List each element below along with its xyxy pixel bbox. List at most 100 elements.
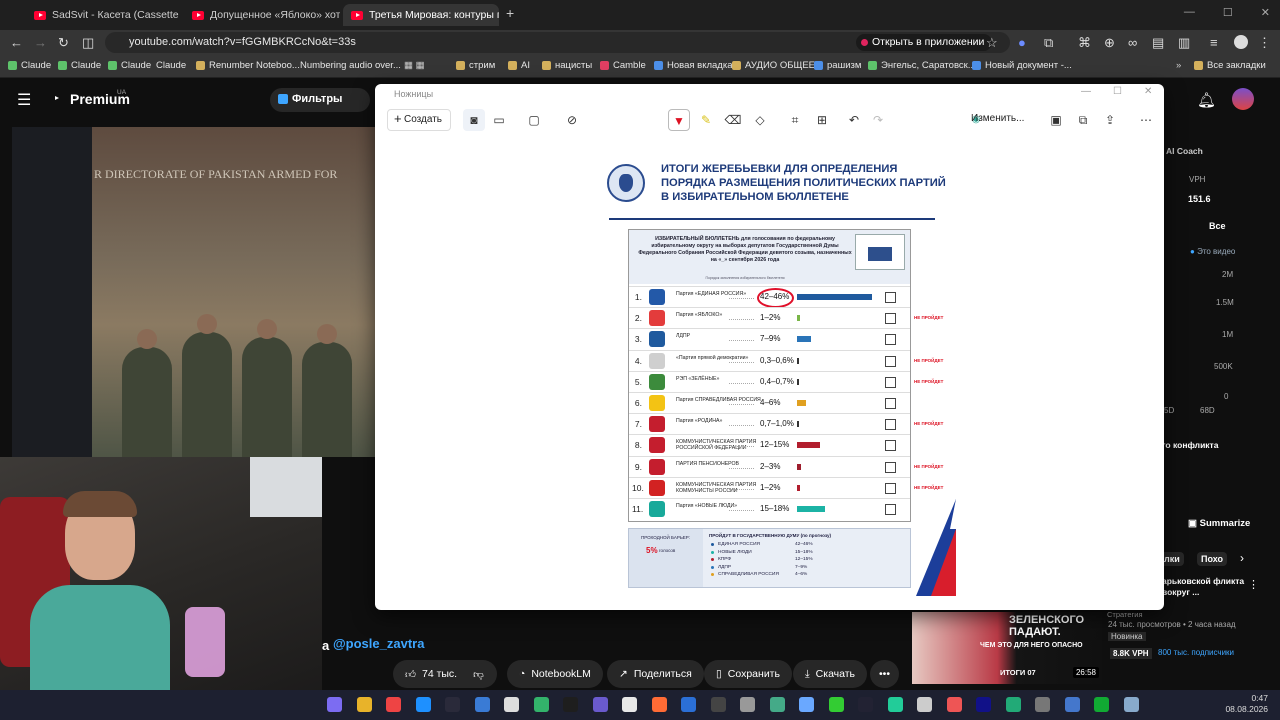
chevron-right-icon[interactable]: › (1240, 551, 1244, 565)
bookmark[interactable]: Claude (156, 60, 186, 71)
taskbar-app-icon[interactable] (533, 697, 549, 712)
bookmark[interactable]: Claude (108, 60, 151, 71)
bookmark-folder[interactable]: стрим (456, 60, 495, 71)
pen-icon[interactable]: ▼ (668, 109, 690, 131)
screenshot-mode-icon[interactable]: ◙ (463, 109, 485, 131)
notebooklm-button[interactable]: ◔ NotebookLM (507, 660, 603, 688)
eraser-icon[interactable]: ⌫ (722, 109, 744, 131)
thumbs-up-icon[interactable]: 👍︎ (405, 668, 416, 681)
puzzle-icon[interactable]: ⧉ (1044, 35, 1053, 51)
share-icon[interactable]: ⇪ (1099, 109, 1121, 131)
crop-icon[interactable]: ⌗ (784, 109, 806, 131)
redo-icon[interactable]: ↷ (867, 109, 889, 131)
taskbar-app-icon[interactable] (386, 697, 401, 712)
recommended-thumbnail[interactable]: ЗЕЛЕНСКОГО ПАДАЮТ. ЧЕМ ЭТО ДЛЯ НЕГО ОПАС… (912, 612, 1102, 684)
taskbar-app-icon[interactable] (740, 697, 755, 712)
zoom-icon[interactable]: ⊕ (1104, 35, 1115, 51)
taskbar-app-icon[interactable] (858, 697, 873, 712)
taskbar-app-icon[interactable] (976, 697, 991, 712)
chip[interactable]: Похо (1197, 552, 1228, 566)
taskbar-app-icon[interactable] (828, 697, 844, 712)
translate-icon[interactable]: ⌘ (1078, 35, 1091, 51)
bookmark[interactable]: Claude (8, 60, 51, 71)
new-tab-button[interactable]: + (506, 5, 514, 21)
minimize-icon[interactable]: — (1081, 86, 1091, 97)
download-button[interactable]: ⤓ Скачать (793, 660, 868, 688)
taskbar-app-icon[interactable] (651, 697, 667, 712)
maximize-icon[interactable]: ☐ (1113, 86, 1122, 97)
more-icon[interactable]: ⋯ (1135, 109, 1157, 131)
taskbar-app-icon[interactable] (327, 697, 342, 712)
save-button[interactable]: ▯ Сохранить (704, 660, 792, 688)
taskbar-app-icon[interactable] (887, 697, 903, 712)
share-button[interactable]: ↗ Поделиться (607, 660, 704, 688)
open-in-app-button[interactable]: Открыть в приложении (856, 34, 993, 51)
back-icon[interactable]: ← (10, 35, 23, 50)
close-window-icon[interactable]: ✕ (1261, 6, 1270, 19)
maximize-icon[interactable]: ☐ (1223, 6, 1233, 19)
bookmark-folder[interactable]: АУДИО ОБЩЕЕ (732, 60, 815, 71)
undo-icon[interactable]: ↶ (843, 109, 865, 131)
more-actions-button[interactable]: ••• (870, 660, 900, 688)
extension-icon[interactable]: ● (1018, 35, 1026, 50)
menu-lines-icon[interactable]: ≡ (1210, 35, 1218, 50)
reload-icon[interactable]: ↻ (58, 35, 69, 51)
bookmark[interactable]: Claude (58, 60, 101, 71)
taskbar-app-icon[interactable] (769, 697, 785, 712)
taskbar-app-icon[interactable] (1123, 697, 1139, 712)
summarize-button[interactable]: ▣ Summarize (1188, 518, 1250, 529)
shapes-icon[interactable]: ◇ (749, 109, 771, 131)
minimize-icon[interactable]: — (1184, 6, 1195, 19)
bookmark[interactable]: Camble (600, 60, 646, 71)
recommended-title[interactable]: арьковской фликта вокруг ... (1162, 576, 1250, 598)
taskbar-app-icon[interactable] (1094, 697, 1109, 712)
taskbar-app-icon[interactable] (917, 697, 932, 712)
copy-icon[interactable]: ⧉ (1072, 109, 1094, 131)
account-avatar[interactable] (1232, 88, 1254, 110)
page-icon[interactable]: ▤ (1152, 35, 1164, 51)
bookmark[interactable]: рашизм (814, 60, 861, 71)
taskbar-app-icon[interactable] (592, 697, 608, 712)
bookmark[interactable]: Numbering audio over... (300, 60, 401, 71)
bookmark[interactable]: Новая вкладка (654, 60, 732, 71)
like-count[interactable]: 74 тыс. (422, 668, 457, 680)
taskbar-app-icon[interactable] (946, 697, 962, 712)
taskbar-app-icon[interactable] (1064, 697, 1080, 712)
kebab-icon[interactable]: ⋮ (1258, 35, 1271, 51)
highlighter-icon[interactable]: ✎ (695, 109, 717, 131)
text-actions-icon[interactable]: ⊞ (811, 109, 833, 131)
bookmark-apps-icon[interactable]: ▦ ▦ (404, 60, 425, 71)
notifications-bell-icon[interactable]: 🔔︎ (1197, 91, 1216, 109)
forward-icon[interactable]: → (34, 35, 47, 50)
taskbar-app-icon[interactable] (710, 697, 726, 712)
edit-button[interactable]: Изменить... (971, 113, 1024, 124)
taskbar-app-icon[interactable] (504, 697, 519, 712)
profile-avatar[interactable] (1234, 35, 1248, 49)
taskbar-app-icon[interactable] (445, 697, 460, 712)
tab-1[interactable]: SadSvit - Касета (Cassette 2021✕ (26, 4, 181, 26)
all-filter[interactable]: Все (1209, 221, 1226, 231)
bookmark[interactable]: Renumber Noteboo... (196, 60, 300, 71)
video-player[interactable]: R DIRECTORATE OF PAKISTAN ARMED FOR (12, 127, 378, 457)
save-icon[interactable]: ▣ (1045, 109, 1067, 131)
star-icon[interactable]: ☆ (986, 35, 998, 51)
tab-2[interactable]: Допущенное «Яблоко» хотят✕ (184, 4, 340, 26)
channel-handle[interactable]: @posle_zavtra (333, 636, 424, 651)
taskbar-app-icon[interactable] (415, 697, 431, 712)
filters-button[interactable]: Фильтры (270, 88, 370, 112)
taskbar-app-icon[interactable] (563, 697, 578, 712)
taskbar-app-icon[interactable] (1035, 697, 1050, 712)
video-mode-icon[interactable]: ▭ (488, 109, 510, 131)
more-bookmarks-icon[interactable]: » (1176, 60, 1181, 71)
all-bookmarks[interactable]: Все закладки (1194, 60, 1266, 71)
taskbar-app-icon[interactable] (622, 697, 637, 712)
taskbar-app-icon[interactable] (356, 697, 372, 712)
tab-3[interactable]: Третья Мировая: контуры гло✕ (343, 4, 499, 26)
bookmark[interactable]: Энгельс, Саратовск... (868, 60, 976, 71)
bookmark-folder[interactable]: нацисты (542, 60, 592, 71)
reader-icon[interactable]: ▥ (1178, 35, 1190, 51)
delay-icon[interactable]: ⊘ (561, 109, 583, 131)
taskbar-app-icon[interactable] (474, 697, 490, 712)
hamburger-menu-icon[interactable]: ☰ (17, 90, 31, 110)
kebab-icon[interactable]: ⋮ (1248, 578, 1259, 591)
